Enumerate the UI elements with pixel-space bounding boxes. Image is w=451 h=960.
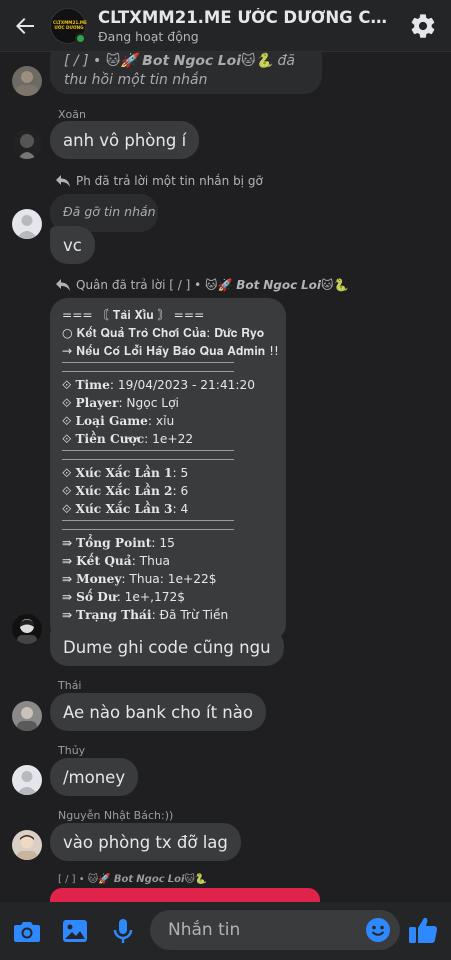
- card-row: ⟐ 𝐗𝐮́𝐜 𝐗𝐚̆́𝐜 𝐋𝐚̂̀𝐧 𝟑: 4: [62, 502, 189, 516]
- message-bubble[interactable]: vào phòng tx đỡ lag: [50, 823, 241, 861]
- avatar[interactable]: [12, 830, 42, 860]
- card-title: === 〘 𝐓𝐚̀𝐢 𝐗𝐢̉𝐮 〙 ===: [62, 308, 205, 322]
- card-row: ⇛ 𝐓𝐨̂̉𝐧𝐠 𝐏𝐨𝐢𝐧𝐭: 15: [62, 536, 175, 550]
- reply-note-text: Ph đã trả lời một tin nhắn bị gỡ: [76, 174, 263, 188]
- avatar[interactable]: [12, 129, 42, 159]
- message-bubble[interactable]: /money: [50, 758, 139, 796]
- back-button[interactable]: [0, 0, 50, 52]
- message-bubble[interactable]: vc: [50, 226, 95, 264]
- message-text: vào phòng tx đỡ lag: [63, 832, 228, 852]
- chat-title: CLTXMM21.ME ƯỚC DƯƠNG CÙNG...: [98, 7, 398, 27]
- reply-icon: [56, 279, 70, 291]
- like-icon[interactable]: [406, 913, 440, 947]
- sender-name: [ / ] • 🐱🚀 𝘽𝙤𝙩 𝙉𝙜𝙤𝙘 𝙇𝙤𝙞🐱🐍: [58, 874, 208, 885]
- sender-name: Thủy: [58, 744, 86, 757]
- card-row: ⇛ 𝐌𝐨𝐧𝐞𝐲: Thua: 1e+22$: [62, 572, 217, 586]
- camera-icon[interactable]: [12, 916, 42, 946]
- sender-name: Nguyễn Nhật Bách:)): [58, 809, 174, 822]
- message-bubble[interactable]: anh vô phòng í: [50, 121, 200, 159]
- chat-header: CLTXMM21.ME ƯỚC DƯƠNG CLTXMM21.ME ƯỚC DƯ…: [0, 0, 451, 52]
- avatar[interactable]: [12, 701, 42, 731]
- card-row: ⇛ 𝐒𝐨̂́ 𝐃𝐮̛: 1e+,172$: [62, 590, 186, 604]
- avatar[interactable]: [12, 209, 42, 239]
- card-row: ⟐ 𝐓𝐢𝐞̂̀𝐧 𝐂𝐮̛𝐨̛̣𝐜: 1e+22: [62, 432, 194, 446]
- separator: [62, 450, 234, 460]
- card-row: ⟐ 𝐗𝐮́𝐜 𝐗𝐚̆́𝐜 𝐋𝐚̂̀𝐧 𝟐: 6: [62, 484, 189, 498]
- reply-note: Ph đã trả lời một tin nhắn bị gỡ: [56, 174, 263, 188]
- emoji-icon[interactable]: [365, 917, 391, 943]
- card-row: ⟐ 𝐋𝐨𝐚̣𝐢 𝐆𝐚𝐦𝐞: xỉu: [62, 414, 175, 428]
- reply-icon: [56, 175, 70, 187]
- image-message[interactable]: [50, 888, 320, 902]
- avatar[interactable]: [12, 614, 42, 644]
- separator: [62, 362, 234, 372]
- avatar[interactable]: [12, 66, 42, 96]
- reply-note-text: Quân đã trả lời [ / ] • 🐱🚀 𝘽𝙤𝙩 𝙉𝙜𝙤𝙘 𝙇𝙤𝙞🐱…: [76, 278, 349, 292]
- sender-name: Thái: [58, 679, 82, 692]
- message-text: Ae nào bank cho ít nào: [63, 702, 253, 722]
- card-row: ⟐ 𝐏𝐥𝐚𝐲𝐞𝐫: Ngọc Lợi: [62, 396, 179, 410]
- card-row: ⇛ 𝐓𝐫𝐚̣𝐧𝐠 𝐓𝐡𝐚́𝐢: Đã Trừ Tiền: [62, 608, 229, 622]
- card-line: ○ 𝐊𝐞̂́𝐭 𝐐𝐮𝐚̉ 𝐓𝐫𝐨̀ 𝐂𝐡𝐨̛𝐢 𝐂𝐮̉𝐚: 𝐃̛𝐮̛́𝐜 𝐑𝐲𝐨: [62, 326, 265, 340]
- active-status: Đang hoạt động: [98, 28, 199, 44]
- reply-note: Quân đã trả lời [ / ] • 🐱🚀 𝘽𝙤𝙩 𝙉𝙜𝙤𝙘 𝙇𝙤𝙞🐱…: [56, 278, 348, 292]
- message-text: Dume ghi code cũng ngu: [63, 637, 271, 657]
- message-text: anh vô phòng í: [63, 130, 187, 150]
- separator: [62, 520, 234, 530]
- removed-text: Đã gỡ tin nhắn: [63, 204, 156, 219]
- avatar[interactable]: [12, 765, 42, 795]
- message-text: /money: [63, 767, 126, 787]
- group-avatar[interactable]: CLTXMM21.ME ƯỚC DƯƠNG: [50, 7, 87, 44]
- message-bubble[interactable]: Ae nào bank cho ít nào: [50, 693, 266, 731]
- sender-name: Xoăn: [58, 108, 86, 121]
- message-input[interactable]: Nhắn tin: [150, 910, 400, 950]
- gear-icon: [411, 14, 435, 38]
- quoted-line-1: [ / ] • 🐱🚀 𝘽𝙤𝙩 𝙉𝙜𝙤𝙘 𝙇𝙤𝙞🐱🐍 đã: [64, 53, 295, 69]
- image-icon[interactable]: [60, 916, 90, 946]
- back-arrow-icon: [16, 17, 34, 34]
- message-input-placeholder: Nhắn tin: [168, 920, 241, 940]
- card-row: ⟐ 𝐗𝐮́𝐜 𝐗𝐚̆́𝐜 𝐋𝐚̂̀𝐧 𝟏: 5: [62, 466, 189, 480]
- card-row: ⟐ 𝐓𝐢𝐦𝐞: 19/04/2023 - 21:41:20: [62, 378, 255, 392]
- card-row: ⇛ 𝐊𝐞̂́𝐭 𝐐𝐮𝐚̉: Thua: [62, 554, 171, 568]
- avatar-logo-text: CLTXMM21.ME ƯỚC DƯƠNG: [53, 19, 87, 30]
- taixiu-result-card[interactable]: === 〘 𝐓𝐚̀𝐢 𝐗𝐢̉𝐮 〙 === ○ 𝐊𝐞̂́𝐭 𝐐𝐮𝐚̉ 𝐓𝐫𝐨̀ …: [50, 298, 286, 642]
- card-line: → 𝐍𝐞̂́𝐮 𝐂𝐨́ 𝐋𝐨̂̃𝐢 𝐇𝐚̃𝐲 𝐁𝐚́𝐨 𝐐𝐮𝐚 𝐀𝐝𝐦𝐢𝐧 !!: [62, 344, 279, 358]
- message-bubble[interactable]: Dume ghi code cũng ngu: [50, 628, 284, 666]
- quoted-message[interactable]: [ / ] • 🐱🚀 𝘽𝙤𝙩 𝙉𝙜𝙤𝙘 𝙇𝙤𝙞🐱🐍 đã thu hồi một…: [50, 52, 322, 94]
- mic-icon[interactable]: [108, 916, 138, 946]
- quoted-line-2: thu hồi một tin nhắn: [64, 72, 208, 88]
- message-list[interactable]: [ / ] • 🐱🚀 𝘽𝙤𝙩 𝙉𝙜𝙤𝙘 𝙇𝙤𝙞🐱🐍 đã thu hồi một…: [0, 52, 451, 902]
- settings-button[interactable]: [409, 12, 437, 40]
- online-indicator: [75, 32, 86, 44]
- message-text: vc: [63, 235, 82, 255]
- title-area[interactable]: CLTXMM21.ME ƯỚC DƯƠNG CÙNG... Đang hoạt …: [98, 8, 398, 44]
